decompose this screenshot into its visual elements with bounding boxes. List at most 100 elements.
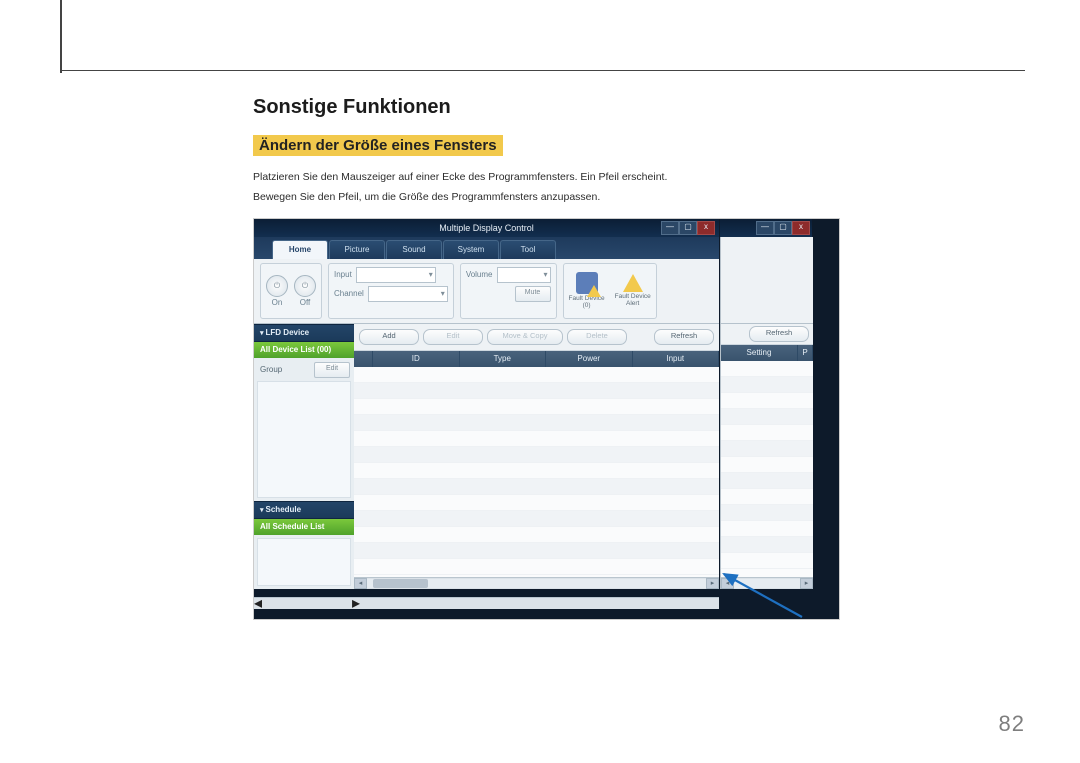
delete-button[interactable]: Delete [567, 329, 627, 345]
tab-system[interactable]: System [443, 240, 499, 259]
horizontal-scrollbar[interactable]: ◂ ▸ [354, 577, 719, 589]
table-row [354, 559, 719, 575]
power-off-button[interactable]: ⏻ [294, 275, 316, 297]
col-id[interactable]: ID [373, 351, 460, 367]
table-row [354, 367, 719, 383]
col-power[interactable]: Power [546, 351, 633, 367]
volume-group: Volume Mute [460, 263, 557, 319]
refresh-button[interactable]: Refresh [654, 329, 714, 345]
window-controls-2: — ▢ x [756, 221, 810, 235]
table-row [354, 415, 719, 431]
col-setting[interactable]: Setting [721, 345, 798, 361]
table-row [354, 447, 719, 463]
scroll-track[interactable] [367, 579, 706, 588]
fault-alert-label: Fault Device Alert [615, 293, 651, 307]
scroll-track[interactable] [734, 579, 800, 588]
tab-picture[interactable]: Picture [329, 240, 385, 259]
sidebar-head-schedule[interactable]: ▾Schedule [254, 501, 354, 519]
table-row [721, 393, 813, 409]
sidebar-item-all-schedule[interactable]: All Schedule List [254, 519, 354, 535]
table-row [354, 383, 719, 399]
col-input[interactable]: Input [633, 351, 720, 367]
table-row [721, 425, 813, 441]
horizontal-scrollbar-2[interactable]: ◂ ▸ [721, 577, 813, 589]
lower-scrollbar[interactable]: ◂ ▸ [254, 597, 719, 609]
table-row [721, 361, 813, 377]
table-row [721, 377, 813, 393]
screenshot-frame: Multiple Display Control — ▢ x Home Pict… [253, 218, 840, 620]
maximize-button[interactable]: ▢ [679, 221, 697, 235]
power-on-button[interactable]: ⏻ [266, 275, 288, 297]
scroll-thumb[interactable] [373, 579, 428, 588]
chevron-down-icon: ▾ [260, 507, 264, 514]
col-check[interactable] [354, 351, 373, 367]
toolbar-secondary [721, 237, 813, 324]
volume-dropdown[interactable] [497, 267, 551, 283]
fault-device-button[interactable]: Fault Device(0) [569, 272, 605, 309]
page-number: 82 [999, 711, 1025, 737]
sidebar-schedule-label: Schedule [266, 505, 302, 514]
sub-heading-highlight: Ändern der Größe eines Fensters [253, 135, 503, 156]
page-left-rule [60, 0, 62, 73]
mute-button[interactable]: Mute [515, 286, 551, 302]
sidebar-group-row: Group Edit [254, 358, 354, 378]
tab-sound[interactable]: Sound [386, 240, 442, 259]
move-copy-button[interactable]: Move & Copy [487, 329, 563, 345]
toolbar: ⏻ On ⏻ Off Input Channel [254, 259, 719, 324]
table-row [354, 527, 719, 543]
title-bar: Multiple Display Control — ▢ x [254, 219, 719, 237]
table-row [721, 441, 813, 457]
edit-button[interactable]: Edit [423, 329, 483, 345]
minimize-button-2[interactable]: — [756, 221, 774, 235]
sidebar-head-lfd[interactable]: ▾LFD Device [254, 324, 354, 342]
scroll-left-arrow-icon[interactable]: ◂ [254, 593, 262, 613]
table-row [354, 495, 719, 511]
maximize-button-2[interactable]: ▢ [774, 221, 792, 235]
refresh-button-2[interactable]: Refresh [749, 326, 809, 342]
window-title: Multiple Display Control [439, 223, 534, 233]
group-label: Group [260, 365, 282, 374]
scroll-left-arrow-icon[interactable]: ◂ [354, 578, 367, 589]
table-row [721, 457, 813, 473]
col-type[interactable]: Type [460, 351, 547, 367]
table-row [354, 543, 719, 559]
schedule-tree-panel [257, 538, 351, 586]
main-panel: Add Edit Move & Copy Delete Refresh ID T… [354, 324, 719, 589]
table-row [721, 505, 813, 521]
content-column: Sonstige Funktionen Ändern der Größe ein… [253, 96, 838, 620]
scroll-right-arrow-icon[interactable]: ▸ [352, 593, 360, 613]
fault-alert-button[interactable]: Fault Device Alert [615, 274, 651, 307]
table-row [354, 431, 719, 447]
scroll-right-arrow-icon[interactable]: ▸ [706, 578, 719, 589]
close-button[interactable]: x [697, 221, 715, 235]
title-bar-secondary: — ▢ x [720, 219, 812, 237]
table-row [354, 511, 719, 527]
channel-label: Channel [334, 289, 364, 298]
input-label: Input [334, 270, 352, 279]
scroll-left-arrow-icon[interactable]: ◂ [721, 578, 734, 589]
col-p[interactable]: P [798, 345, 813, 361]
grid-rows [354, 367, 719, 575]
warning-triangle-icon [623, 274, 643, 292]
action-row-secondary: Refresh [721, 324, 813, 345]
sidebar-item-all-devices[interactable]: All Device List (00) [254, 342, 354, 358]
close-button-2[interactable]: x [792, 221, 810, 235]
tab-home[interactable]: Home [272, 240, 328, 259]
table-row [721, 489, 813, 505]
scroll-right-arrow-icon[interactable]: ▸ [800, 578, 813, 589]
section-title: Sonstige Funktionen [253, 96, 838, 119]
power-on-label: On [272, 298, 283, 307]
add-button[interactable]: Add [359, 329, 419, 345]
power-off-label: Off [300, 298, 311, 307]
table-row [721, 521, 813, 537]
table-row [354, 479, 719, 495]
table-row [721, 409, 813, 425]
minimize-button[interactable]: — [661, 221, 679, 235]
monitor-warning-icon [576, 272, 598, 294]
channel-dropdown[interactable] [368, 286, 448, 302]
tab-tool[interactable]: Tool [500, 240, 556, 259]
input-dropdown[interactable] [356, 267, 436, 283]
table-row [721, 537, 813, 553]
secondary-pane: Refresh Setting P ◂ [720, 237, 813, 589]
group-edit-button[interactable]: Edit [314, 362, 350, 378]
